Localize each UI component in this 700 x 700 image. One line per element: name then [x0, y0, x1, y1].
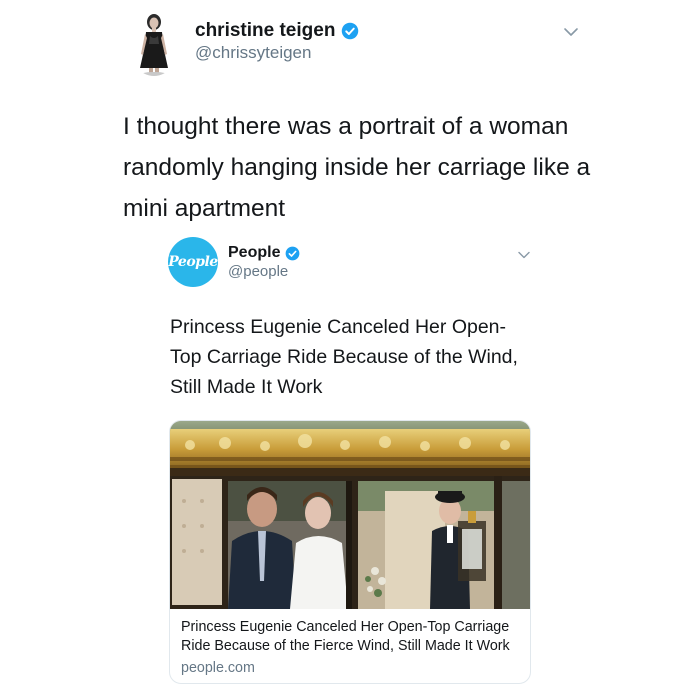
author-name[interactable]: christine teigen	[195, 20, 359, 42]
people-logo: People	[168, 254, 218, 270]
author-avatar-photo	[128, 10, 180, 76]
quoted-author-name-text: People	[228, 244, 281, 261]
tweet: christine teigen @chrissyteigen I though…	[0, 0, 700, 700]
author-avatar[interactable]	[128, 10, 180, 76]
verified-badge-icon	[286, 246, 300, 260]
author-name-text: christine teigen	[195, 20, 336, 41]
author-handle[interactable]: @chrissyteigen	[195, 43, 311, 63]
card-domain: people.com	[181, 660, 255, 676]
verified-badge-icon	[342, 22, 359, 40]
quoted-author-handle[interactable]: @people	[228, 263, 288, 280]
quoted-author-name[interactable]: People	[228, 244, 300, 262]
quoted-author-avatar[interactable]: People	[168, 237, 218, 287]
chevron-down-icon[interactable]	[517, 250, 531, 260]
chevron-down-icon[interactable]	[563, 26, 579, 38]
card-image	[170, 421, 530, 609]
quoted-tweet-text: Princess Eugenie Canceled Her Open-Top C…	[170, 316, 518, 398]
card-title: Princess Eugenie Canceled Her Open-Top C…	[181, 619, 510, 654]
tweet-text: I thought there was a portrait of a woma…	[123, 113, 591, 222]
card-text: Princess Eugenie Canceled Her Open-Top C…	[181, 618, 521, 676]
link-card[interactable]: Princess Eugenie Canceled Her Open-Top C…	[169, 420, 531, 684]
